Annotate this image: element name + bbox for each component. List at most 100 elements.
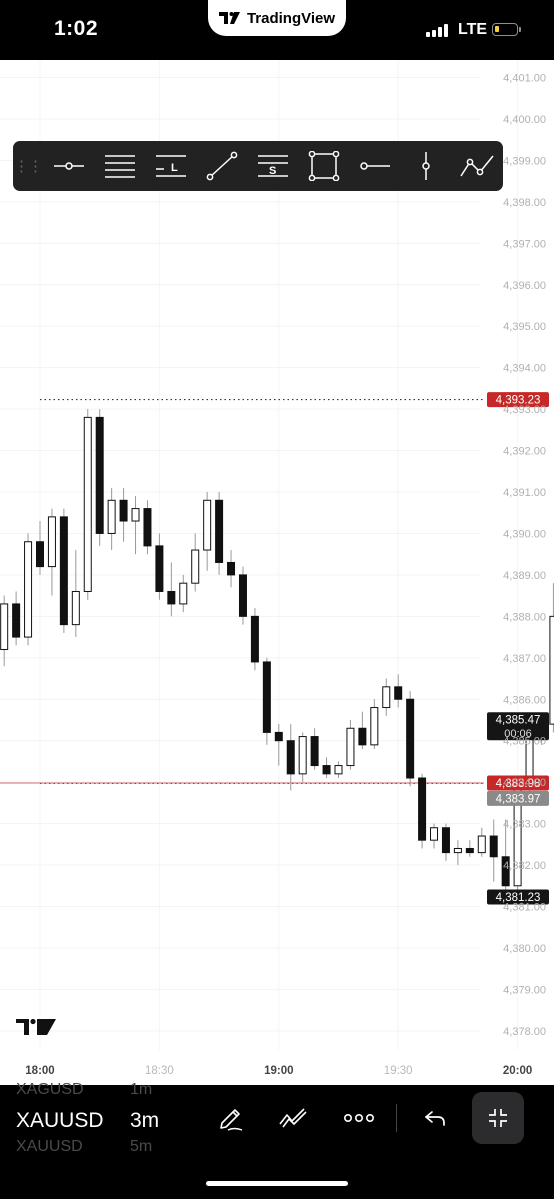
candle-body <box>430 827 439 841</box>
candle-body <box>489 835 498 858</box>
y-tick-label: 4,389.00 <box>503 570 546 582</box>
interval-above[interactable]: 1m <box>130 1081 152 1099</box>
more-icon[interactable] <box>340 1101 378 1135</box>
y-tick-label: 4,396.00 <box>503 280 546 292</box>
y-tick-label: 4,378.00 <box>503 1026 546 1038</box>
vertical-line-icon[interactable] <box>400 141 451 191</box>
candle-body <box>36 541 44 568</box>
y-tick-label: 4,399.00 <box>503 155 546 167</box>
candle-body <box>167 590 176 605</box>
network-label: LTE <box>458 21 488 38</box>
y-tick-label: 4,381.00 <box>503 902 546 914</box>
candle-body <box>24 541 33 638</box>
candle-body <box>358 727 367 746</box>
y-tick-label: 4,380.00 <box>503 943 546 955</box>
tradingview-logo-icon <box>218 12 240 24</box>
y-tick-label: 4,383.00 <box>503 819 546 831</box>
candle-body <box>215 499 224 563</box>
candle-body <box>346 727 355 767</box>
y-tick-label: 4,382.00 <box>503 860 546 872</box>
tradingview-watermark-icon <box>16 1018 56 1035</box>
candle-body <box>71 590 80 626</box>
candle-body <box>394 686 403 700</box>
undo-icon[interactable] <box>418 1101 452 1135</box>
y-tick-label: 4,395.00 <box>503 321 546 333</box>
candle-body <box>155 545 164 592</box>
pencil-icon[interactable] <box>214 1101 248 1135</box>
candle-body <box>549 615 554 725</box>
rectangle-icon[interactable] <box>298 141 349 191</box>
candle-body <box>203 499 212 551</box>
candle-body <box>298 736 307 775</box>
y-tick-label: 4,394.00 <box>503 363 546 375</box>
drag-handle-icon[interactable]: ⋮⋮ <box>13 157 43 175</box>
candle-body <box>250 615 259 663</box>
x-tick-label: 18:00 <box>25 1065 54 1077</box>
candle-body <box>465 847 474 854</box>
drawing-toolbar: ⋮⋮ L S <box>13 141 503 191</box>
toolbar-divider <box>396 1104 397 1132</box>
candle-body <box>143 508 152 547</box>
candle-body <box>334 765 343 775</box>
y-tick-label: 4,400.00 <box>503 114 546 126</box>
price-chart[interactable]: x4,393.234,385.4700:064,383.984,383.974,… <box>0 60 554 1085</box>
short-position-icon[interactable]: S <box>247 141 298 191</box>
stroke-icon[interactable] <box>276 1101 310 1135</box>
chart-area[interactable]: x4,393.234,385.4700:064,383.984,383.974,… <box>0 60 554 1085</box>
interval-below[interactable]: 5m <box>130 1138 152 1156</box>
svg-text:S: S <box>269 165 276 177</box>
y-tick-label: 4,397.00 <box>503 238 546 250</box>
svg-text:L: L <box>171 162 178 174</box>
candle-body <box>238 574 247 617</box>
tradingview-pill[interactable]: TradingView <box>208 0 346 36</box>
y-tick-label: 4,388.00 <box>503 611 546 623</box>
candle-body <box>107 499 116 534</box>
y-tick-label: 4,385.00 <box>503 736 546 748</box>
symbol-above[interactable]: XAGUSD <box>16 1081 84 1099</box>
signal-icon <box>426 24 448 37</box>
last-price-label: 4,385.47 <box>496 715 541 727</box>
home-indicator <box>206 1181 348 1186</box>
y-tick-label: 4,393.00 <box>503 404 546 416</box>
candle-body <box>227 561 236 576</box>
trend-line-icon[interactable] <box>196 141 247 191</box>
candle-body <box>119 499 128 522</box>
candle-body <box>453 847 462 854</box>
collapse-icon[interactable] <box>472 1092 524 1144</box>
y-tick-label: 4,401.00 <box>503 73 546 85</box>
candle-body <box>191 549 200 584</box>
symbol-selector[interactable]: XAUUSD <box>16 1109 104 1133</box>
y-tick-label: 4,392.00 <box>503 446 546 458</box>
candle-body <box>382 686 391 709</box>
candle-body <box>406 698 415 779</box>
candle-body <box>262 661 271 733</box>
path-icon[interactable] <box>451 141 502 191</box>
candle-body <box>179 582 188 605</box>
candle-body <box>477 835 486 854</box>
x-tick-label: 19:30 <box>384 1065 413 1077</box>
y-tick-label: 4,387.00 <box>503 653 546 665</box>
battery-icon <box>492 23 521 36</box>
long-position-icon[interactable]: L <box>145 141 196 191</box>
status-bar: 1:02 TradingView LTE <box>0 0 554 60</box>
interval-selector[interactable]: 3m <box>130 1109 159 1133</box>
y-tick-label: 4,384.00 <box>503 777 546 789</box>
candle-body <box>47 516 56 568</box>
horizontal-ray-icon[interactable] <box>43 141 94 191</box>
y-tick-label: 4,391.00 <box>503 487 546 499</box>
horizontal-line-icon[interactable] <box>349 141 400 191</box>
entry-price-label: 4,383.97 <box>496 793 541 805</box>
parallel-lines-icon[interactable] <box>94 141 145 191</box>
candle-body <box>441 827 450 854</box>
candle-body <box>95 416 104 534</box>
candle-body <box>418 777 427 841</box>
x-tick-label: 20:00 <box>503 1065 532 1077</box>
x-tick-label: 19:00 <box>264 1065 293 1077</box>
x-tick-label: 18:30 <box>145 1065 174 1077</box>
candle-body <box>286 740 295 775</box>
candle-body <box>12 603 21 638</box>
candle-body <box>310 736 319 767</box>
y-tick-label: 4,379.00 <box>503 984 546 996</box>
candle-body <box>322 765 331 775</box>
symbol-below[interactable]: XAUUSD <box>16 1138 83 1156</box>
